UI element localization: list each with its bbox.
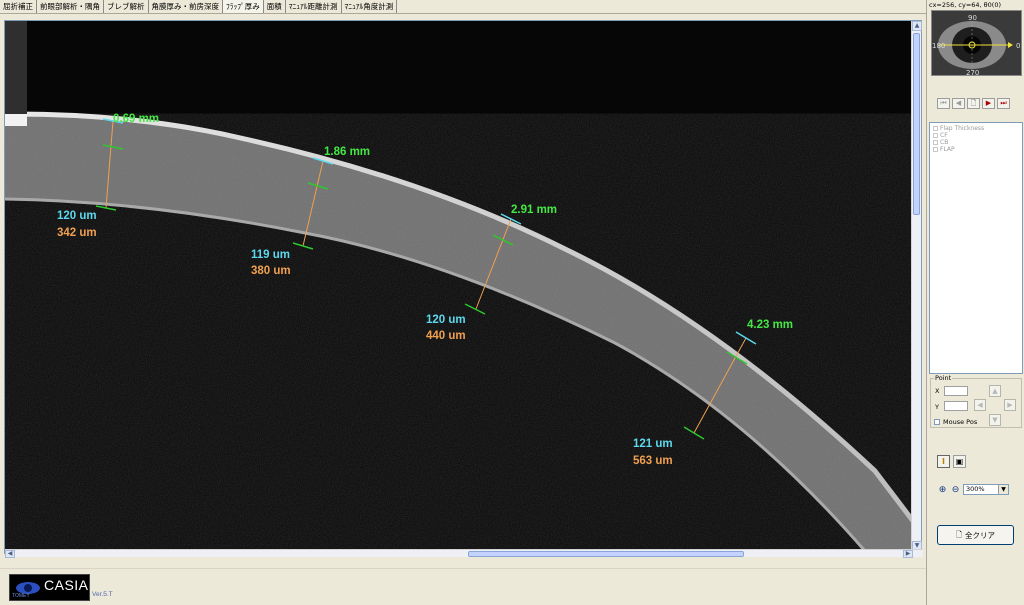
casia-text: CASIA: [44, 577, 89, 593]
right-side-panel: cx=256, cy=64, θ0(0) 90 180 0 270 ⏮ ◀ 🗋 …: [926, 0, 1024, 605]
meas-4-total-thickness: 563 um: [633, 455, 673, 467]
point-y-label: Y: [935, 403, 939, 411]
layer-list[interactable]: Flap Thickness CF CB FLAP: [929, 122, 1023, 374]
tab-manual-distance[interactable]: ﾏﾆｭｱﾙ距離計測: [285, 0, 342, 13]
tab-corneal-thickness-acd[interactable]: 角膜厚み・前房深度: [148, 0, 223, 13]
clear-all-button[interactable]: 🗋 全クリア: [937, 525, 1014, 545]
zoom-controls: ⊕ ⊖ 300% ▼: [937, 484, 1009, 495]
meas-3-total-thickness: 440 um: [426, 330, 466, 342]
cornea-scan-graphic: [5, 21, 913, 551]
thumb-label-left: 180: [932, 42, 945, 50]
tab-bleb-analysis[interactable]: ブレブ解析: [104, 0, 149, 13]
tab-anterior-segment-angle[interactable]: 前眼部解析・隅角: [37, 0, 104, 13]
document-icon: 🗋: [955, 529, 963, 539]
tab-manual-angle[interactable]: ﾏﾆｭｱﾙ角度計測: [341, 0, 398, 13]
mode-tab-bar: 屈折補正 前眼部解析・隅角 ブレブ解析 角膜厚み・前房深度 ﾌﾗｯﾌﾟ厚み 面積…: [0, 0, 926, 14]
point-up-icon[interactable]: ▲: [989, 385, 1001, 397]
thumb-label-top: 90: [968, 14, 977, 22]
scan-background: [5, 21, 913, 551]
point-right-icon[interactable]: ▶: [1004, 399, 1016, 411]
thumb-label-bottom: 270: [966, 69, 979, 76]
list-item[interactable]: CF: [933, 132, 1019, 139]
scroll-right-arrow[interactable]: ▶: [903, 550, 913, 558]
chevron-down-icon[interactable]: ▼: [998, 485, 1008, 494]
meas-2-flap-thickness: 119 um: [251, 249, 290, 261]
zoom-in-icon[interactable]: ⊕: [937, 485, 948, 495]
clear-all-label: 全クリア: [965, 530, 996, 540]
point-x-field[interactable]: [944, 386, 968, 396]
zoom-select[interactable]: 300% ▼: [963, 484, 1009, 495]
tab-area[interactable]: 面積: [263, 0, 286, 13]
vertical-scroll-thumb[interactable]: [913, 33, 920, 215]
eye-thumbnail-graphic: 90 180 0 270: [932, 11, 1021, 76]
meas-1-position: 0.69 mm: [113, 113, 160, 125]
tab-refraction-correction[interactable]: 屈折補正: [0, 0, 37, 13]
mouse-pos-checkbox[interactable]: [934, 419, 940, 425]
meas-1-flap-thickness: 120 um: [57, 210, 97, 222]
point-down-icon[interactable]: ▼: [989, 414, 1001, 426]
point-y-field[interactable]: [944, 401, 968, 411]
list-item[interactable]: FLAP: [933, 146, 1019, 153]
cursor-coordinate-readout: cx=256, cy=64, θ0(0): [929, 1, 1001, 9]
meas-3-flap-thickness: 120 um: [426, 314, 466, 326]
meas-2-total-thickness: 380 um: [251, 265, 291, 277]
text-cursor-icon[interactable]: I: [937, 455, 950, 468]
casia-logo: TOMEY CASIA: [9, 574, 90, 601]
version-label: Ver.5.T: [92, 591, 113, 598]
mouse-pos-label: Mouse Pos: [943, 418, 978, 426]
last-image-icon[interactable]: ⏭: [997, 98, 1010, 109]
meas-4-position: 4.23 mm: [747, 319, 794, 331]
checkbox[interactable]: [933, 140, 938, 145]
meas-2-position: 1.86 mm: [324, 146, 371, 158]
image-nav-buttons: ⏮ ◀ 🗋 ▶ ⏭: [937, 98, 1010, 109]
left-artifact-highlight: [5, 114, 27, 126]
list-item[interactable]: Flap Thickness: [933, 125, 1019, 132]
meas-1-total-thickness: 342 um: [57, 227, 97, 239]
tomey-text: TOMEY: [12, 593, 30, 599]
oct-scan-image[interactable]: 0.69 mm 120 um 342 um 1.86 mm 119 um 380…: [5, 21, 913, 551]
tool-buttons: I ▣: [937, 455, 966, 468]
zoom-out-icon[interactable]: ⊖: [950, 485, 961, 495]
horizontal-scrollbar[interactable]: ◀ ▶: [5, 549, 923, 558]
image-export-icon[interactable]: ▣: [953, 455, 966, 468]
thumb-label-right: 0: [1016, 42, 1020, 50]
point-left-icon[interactable]: ◀: [974, 399, 986, 411]
oct-image-viewer: 0.69 mm 120 um 342 um 1.86 mm 119 um 380…: [4, 20, 923, 558]
checkbox[interactable]: [933, 147, 938, 152]
horizontal-scroll-thumb[interactable]: [468, 551, 744, 557]
checkbox[interactable]: [933, 126, 938, 131]
point-x-label: X: [935, 387, 940, 395]
vertical-scrollbar[interactable]: ▲ ▼: [911, 21, 922, 551]
first-image-icon[interactable]: ⏮: [937, 98, 950, 109]
point-groupbox: Point X ▲ Y ◀ ▶ Mouse Pos ▼: [930, 374, 1022, 428]
scroll-left-arrow[interactable]: ◀: [5, 550, 15, 558]
document-icon[interactable]: 🗋: [967, 98, 980, 109]
scan-direction-thumbnail[interactable]: 90 180 0 270: [931, 10, 1022, 76]
list-item[interactable]: CB: [933, 139, 1019, 146]
meas-3-position: 2.91 mm: [511, 204, 558, 216]
point-legend: Point: [934, 374, 953, 382]
checkbox[interactable]: [933, 133, 938, 138]
zoom-value: 300%: [966, 485, 985, 493]
footer-bar: TOMEY CASIA Ver.5.T: [0, 568, 926, 605]
left-artifact: [5, 21, 27, 116]
scroll-up-arrow[interactable]: ▲: [912, 21, 922, 31]
prev-image-icon[interactable]: ◀: [952, 98, 965, 109]
meas-4-flap-thickness: 121 um: [633, 438, 673, 450]
next-image-icon[interactable]: ▶: [982, 98, 995, 109]
tab-flap-thickness[interactable]: ﾌﾗｯﾌﾟ厚み: [223, 0, 264, 13]
